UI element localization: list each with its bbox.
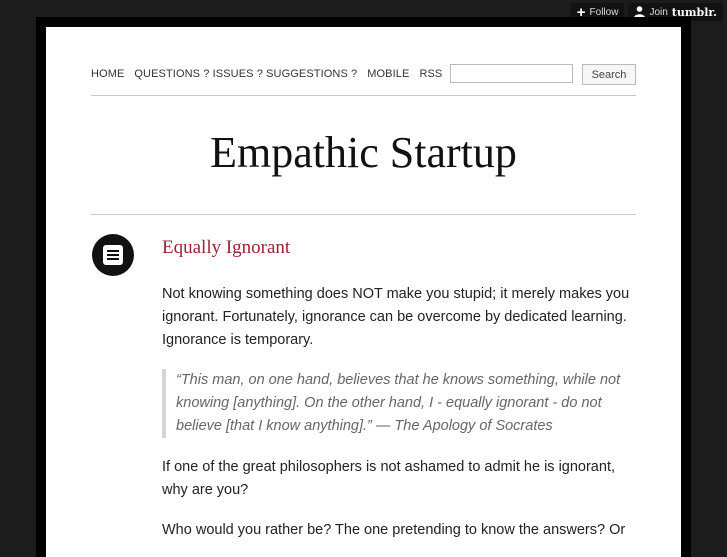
page-container: HOME QUESTIONS ? ISSUES ? SUGGESTIONS ? … [46,27,681,557]
search-input[interactable] [450,64,573,83]
nav-links: HOME QUESTIONS ? ISSUES ? SUGGESTIONS ? … [91,68,442,80]
post-paragraph: Who would you rather be? The one pretend… [162,522,626,538]
divider [91,214,636,215]
nav-mobile-link[interactable]: MOBILE [367,68,409,80]
nav-rss-link[interactable]: RSS [419,68,442,80]
top-navigation: HOME QUESTIONS ? ISSUES ? SUGGESTIONS ? … [91,63,636,96]
post-blockquote: “This man, on one hand, believes that he… [162,369,646,438]
document-icon [103,245,123,265]
text-post-icon [92,234,134,276]
follow-label: Follow [589,6,619,18]
post-title[interactable]: Equally Ignorant [162,237,290,259]
post-paragraph: Not knowing something does NOT make you … [162,286,630,348]
nav-questions-link[interactable]: QUESTIONS ? ISSUES ? SUGGESTIONS ? [134,68,357,80]
nav-home-link[interactable]: HOME [91,68,124,80]
search-button[interactable]: Search [582,64,636,85]
site-title[interactable]: Empathic Startup [91,127,636,178]
join-label: Join [649,6,668,18]
post-paragraph: If one of the great philosophers is not … [162,459,615,498]
quote-text: “This man, on one hand, believes that he… [176,372,621,434]
